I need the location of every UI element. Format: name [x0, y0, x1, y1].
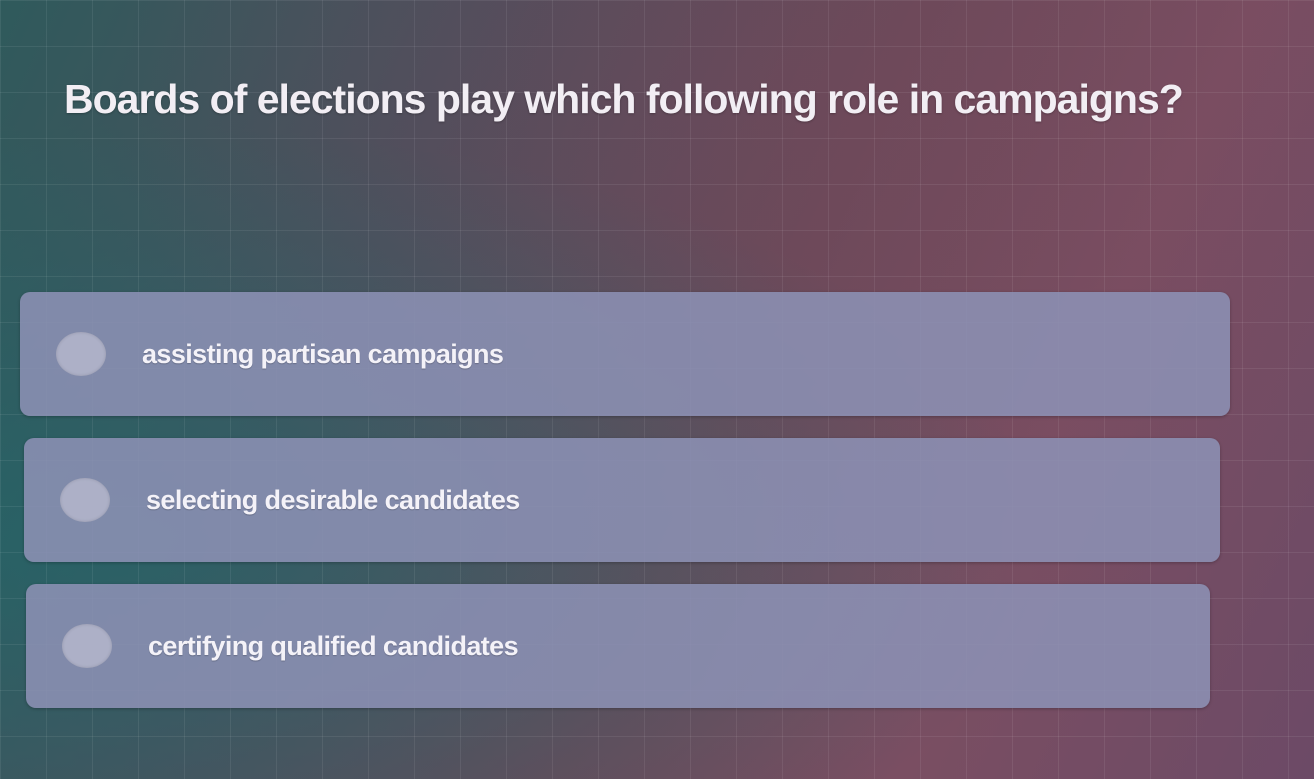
radio-button-icon[interactable] [60, 478, 110, 522]
answer-options: assisting partisan campaigns selecting d… [20, 292, 1230, 730]
answer-option-label: selecting desirable candidates [146, 484, 520, 515]
answer-option-label: certifying qualified candidates [148, 630, 519, 661]
question-text: Boards of elections play which following… [64, 76, 1184, 122]
radio-button-icon[interactable] [56, 332, 106, 376]
answer-option-label: assisting partisan campaigns [142, 338, 504, 369]
answer-option-2[interactable]: selecting desirable candidates [24, 438, 1220, 562]
answer-option-1[interactable]: assisting partisan campaigns [20, 292, 1230, 416]
radio-button-icon[interactable] [62, 624, 112, 668]
answer-option-3[interactable]: certifying qualified candidates [26, 584, 1210, 708]
